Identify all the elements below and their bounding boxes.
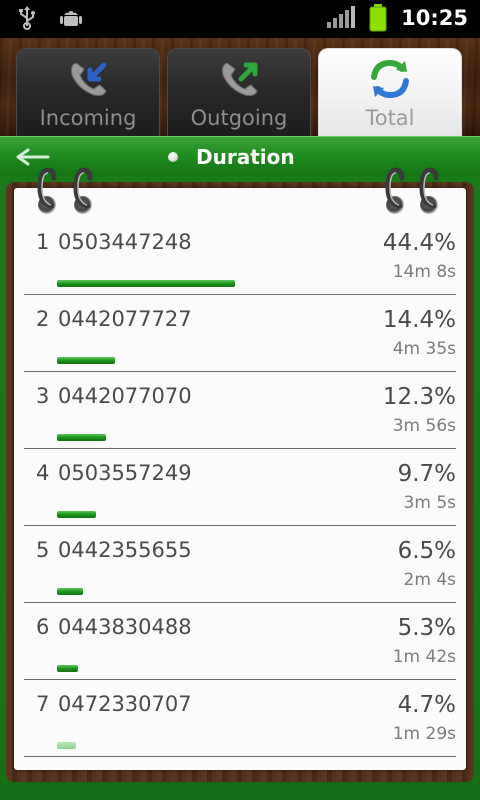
duration-value: 3m 56s bbox=[392, 416, 456, 436]
tab-incoming[interactable]: Incoming bbox=[16, 48, 160, 136]
tab-outgoing[interactable]: Outgoing bbox=[167, 48, 311, 136]
percent-value: 14.4% bbox=[382, 307, 456, 333]
duration-value: 1m 29s bbox=[392, 724, 456, 744]
duration-value: 1m 42s bbox=[392, 647, 456, 667]
refresh-total-icon bbox=[371, 59, 409, 99]
binder-ring-icon bbox=[37, 167, 57, 209]
percent-value: 5.3% bbox=[397, 615, 456, 641]
list-item[interactable]: 6 0443830488 5.3% 1m 42s bbox=[24, 603, 456, 680]
phone-number: 0503557249 bbox=[58, 461, 192, 485]
tab-total[interactable]: Total bbox=[318, 48, 462, 136]
rank-number: 3 bbox=[36, 384, 50, 408]
bottom-strip bbox=[0, 782, 480, 800]
rank-number: 4 bbox=[36, 461, 50, 485]
clock: 10:25 bbox=[401, 6, 468, 30]
rank-number: 6 bbox=[36, 615, 50, 639]
tab-label: Outgoing bbox=[190, 106, 288, 130]
list-item[interactable]: 1 0503447248 44.4% 14m 8s bbox=[24, 218, 456, 295]
tab-label: Incoming bbox=[39, 106, 137, 130]
list-item[interactable]: 5 0442355655 6.5% 2m 4s bbox=[24, 526, 456, 603]
share-bar bbox=[57, 588, 83, 595]
battery-icon bbox=[369, 4, 387, 32]
rank-number: 2 bbox=[36, 307, 50, 331]
duration-value: 4m 35s bbox=[392, 339, 456, 359]
phone-number: 0442077727 bbox=[58, 307, 192, 331]
share-bar bbox=[57, 280, 235, 287]
status-bar: 10:25 bbox=[0, 0, 480, 38]
percent-value: 4.7% bbox=[397, 692, 456, 718]
phone-number: 0442077070 bbox=[58, 384, 192, 408]
rank-number: 1 bbox=[36, 230, 50, 254]
percent-value: 6.5% bbox=[397, 538, 456, 564]
indicator-dot-icon bbox=[168, 152, 178, 162]
duration-value: 2m 4s bbox=[403, 570, 456, 590]
page-title: Duration bbox=[196, 145, 295, 169]
duration-value: 14m 8s bbox=[392, 262, 456, 282]
rank-number: 7 bbox=[36, 692, 50, 716]
list-item[interactable]: 2 0442077727 14.4% 4m 35s bbox=[24, 295, 456, 372]
tab-label: Total bbox=[365, 106, 415, 130]
incoming-call-icon bbox=[71, 62, 107, 96]
rank-number: 5 bbox=[36, 538, 50, 562]
share-bar bbox=[57, 357, 115, 364]
phone-number: 0503447248 bbox=[58, 230, 192, 254]
percent-value: 12.3% bbox=[382, 384, 456, 410]
share-bar bbox=[57, 434, 106, 441]
binder-ring-icon bbox=[419, 167, 439, 209]
share-bar bbox=[57, 665, 78, 672]
percent-value: 44.4% bbox=[382, 230, 456, 256]
list-item[interactable]: 7 0472330707 4.7% 1m 29s bbox=[24, 680, 456, 757]
tab-header: Incoming Outgoing Total bbox=[0, 38, 480, 136]
usb-icon bbox=[19, 6, 35, 30]
android-debug-icon bbox=[60, 11, 82, 26]
notebook-paper: 1 0503447248 44.4% 14m 8s 2 0442077727 14.4% 4m… bbox=[14, 188, 466, 770]
duration-value: 3m 5s bbox=[403, 493, 456, 513]
percent-value: 9.7% bbox=[397, 461, 456, 487]
share-bar bbox=[57, 742, 76, 749]
list-item[interactable]: 3 0442077070 12.3% 3m 56s bbox=[24, 372, 456, 449]
row-divider bbox=[24, 756, 456, 757]
share-bar bbox=[57, 511, 96, 518]
binder-ring-icon bbox=[385, 167, 405, 209]
binder-ring-icon bbox=[73, 167, 93, 209]
list-item[interactable]: 4 0503557249 9.7% 3m 5s bbox=[24, 449, 456, 526]
signal-icon bbox=[327, 6, 356, 28]
phone-number: 0472330707 bbox=[58, 692, 192, 716]
outgoing-call-icon bbox=[222, 62, 258, 96]
phone-number: 0442355655 bbox=[58, 538, 192, 562]
phone-number: 0443830488 bbox=[58, 615, 192, 639]
